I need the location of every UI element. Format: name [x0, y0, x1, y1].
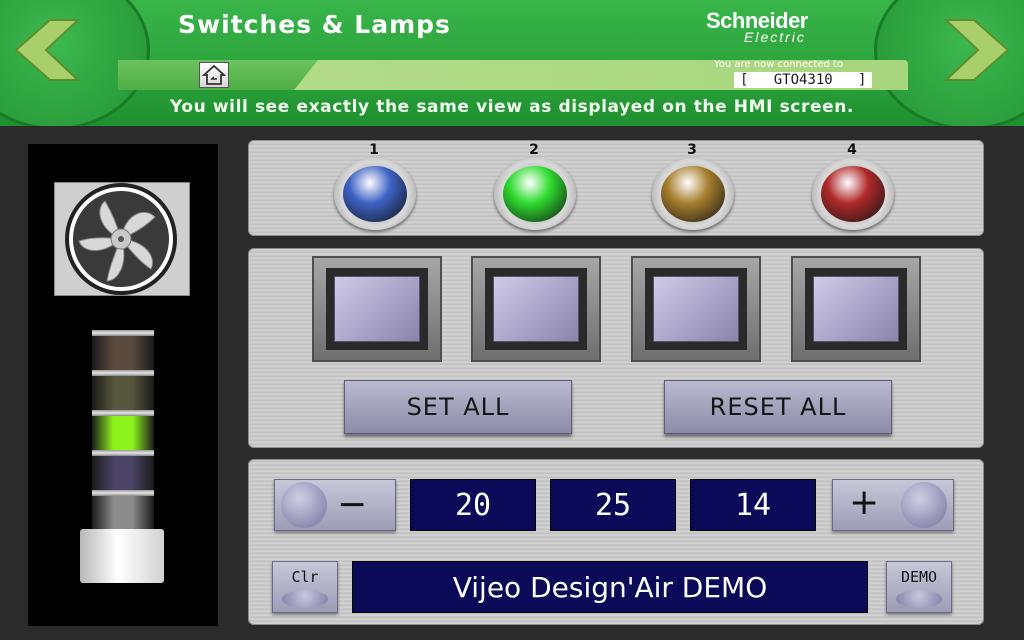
home-button[interactable] — [199, 62, 229, 88]
reset-all-button[interactable]: RESET ALL — [664, 380, 892, 434]
clear-button[interactable]: Clr — [272, 561, 338, 613]
page-title: Switches & Lamps — [178, 10, 451, 39]
increment-button[interactable]: + — [832, 479, 954, 531]
stack-light — [92, 330, 154, 530]
lamp-4-glass — [821, 166, 885, 222]
lamp-1-label: 1 — [369, 142, 379, 158]
control-panel: − 20 25 14 + Clr Vijeo Design'Air DEMO D… — [248, 459, 984, 625]
switch-panel: SET ALL RESET ALL — [248, 248, 984, 448]
lamp-2-label: 2 — [529, 142, 539, 158]
lamp-2 — [494, 158, 576, 230]
switch-3-bezel — [645, 268, 747, 350]
demo-button[interactable]: DEMO — [886, 561, 952, 613]
decrement-button[interactable]: − — [274, 479, 396, 531]
stack-segment-3 — [92, 416, 154, 450]
set-all-button[interactable]: SET ALL — [344, 380, 572, 434]
lamp-3-glass — [661, 166, 725, 222]
stack-light-base — [80, 529, 164, 583]
switch-2-face — [493, 276, 579, 342]
lamp-panel: 1 2 3 4 — [248, 140, 984, 236]
demo-label: DEMO — [900, 568, 938, 586]
header-bar: Switches & Lamps Schneider Electric You … — [0, 0, 1024, 126]
equipment-column — [28, 144, 218, 626]
decrement-knob — [281, 482, 327, 528]
lamp-4 — [812, 158, 894, 230]
value-display-3: 14 — [690, 479, 816, 531]
switch-2[interactable] — [471, 256, 601, 362]
fan-icon — [65, 183, 177, 295]
forward-arrow-icon[interactable] — [936, 14, 1016, 86]
minus-sign: − — [337, 484, 368, 525]
connection-label: You are now connected to — [714, 59, 844, 70]
lamp-1-glass — [343, 166, 407, 222]
switch-2-bezel — [485, 268, 587, 350]
lamp-2-glass — [503, 166, 567, 222]
lamp-1 — [334, 158, 416, 230]
stack-segment-1 — [92, 336, 154, 370]
switch-3-face — [653, 276, 739, 342]
demo-knob — [896, 590, 942, 608]
stack-segment-2 — [92, 376, 154, 410]
switch-4-bezel — [805, 268, 907, 350]
page-subtitle: You will see exactly the same view as di… — [170, 97, 854, 117]
schneider-logo: Schneider Electric — [706, 8, 856, 45]
switch-4-face — [813, 276, 899, 342]
clear-label: Clr — [291, 568, 319, 586]
plus-sign: + — [849, 482, 880, 523]
switch-1[interactable] — [312, 256, 442, 362]
increment-knob — [901, 482, 947, 528]
switch-3[interactable] — [631, 256, 761, 362]
back-arrow-icon[interactable] — [8, 14, 88, 86]
lamp-3-label: 3 — [687, 142, 697, 158]
clear-knob — [282, 590, 328, 608]
fan-display — [54, 182, 190, 296]
switch-1-face — [334, 276, 420, 342]
switch-1-bezel — [326, 268, 428, 350]
message-display: Vijeo Design'Air DEMO — [352, 561, 868, 613]
value-display-2: 25 — [550, 479, 676, 531]
stack-segment-4 — [92, 456, 154, 490]
switch-4[interactable] — [791, 256, 921, 362]
home-icon — [201, 64, 227, 85]
stack-segment-5 — [92, 496, 154, 530]
lamp-4-label: 4 — [847, 142, 857, 158]
lamp-3 — [652, 158, 734, 230]
connection-target: [ GTO4310 ] — [734, 72, 873, 88]
value-display-1: 20 — [410, 479, 536, 531]
